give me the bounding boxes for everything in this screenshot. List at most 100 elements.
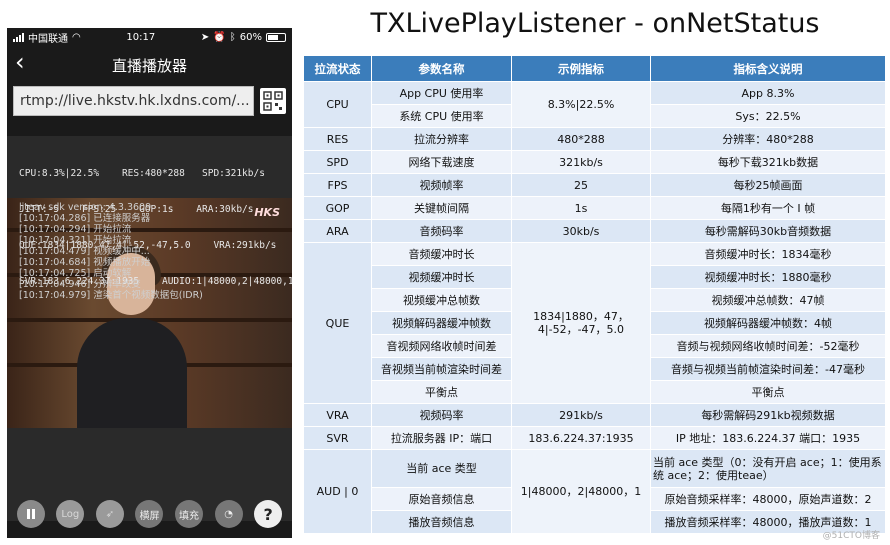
bluetooth-icon: ᛒ bbox=[229, 31, 236, 43]
description-cell: IP 地址：183.6.224.37 端口：1935 bbox=[650, 426, 886, 450]
param-cell: 视频缓冲总帧数 bbox=[371, 288, 512, 312]
log-line: [10:17:04.684] 视频播放开始 bbox=[19, 257, 151, 268]
param-cell: 视频缓冲时长 bbox=[371, 265, 512, 289]
help-button[interactable]: ? bbox=[254, 500, 283, 528]
table-body: CPU App CPU 使用率 8.3%|22.5% App 8.3% 系统 CPU 使… bbox=[303, 81, 886, 534]
table-row: CPU App CPU 使用率 8.3%|22.5% App 8.3% bbox=[303, 81, 886, 128]
param-cell: 系统 CPU 使用率 bbox=[371, 104, 512, 128]
description-cell: 音频与视频当前帧渲染时间差：-47毫秒 bbox=[650, 357, 886, 381]
table-row: GOP 关键帧间隔 1s 每隔1秒有一个 I 帧 bbox=[303, 196, 886, 220]
video-player[interactable]: HKS CPU:8.3%|22.5% RES:480*288 SPD:321kb… bbox=[7, 136, 292, 521]
qr-code-icon bbox=[263, 91, 283, 111]
table-row: SVR 拉流服务器 IP：端口 183.6.224.37:1935 IP 地址：183… bbox=[303, 426, 886, 450]
log-line: [10:17:04.286] 已连接服务器 bbox=[19, 213, 151, 224]
status-cell: GOP bbox=[303, 196, 372, 220]
log-line: [10:17:04.479] 视频缓冲中... bbox=[19, 246, 150, 257]
table-row: AUD | 0 当前 ace 类型 1|48000，2|48000，1 当前 ace … bbox=[303, 449, 886, 534]
description-cell: 音频与视频网络收帧时间差：-52毫秒 bbox=[650, 334, 886, 358]
log-line: [10:17:04.321] 开始拉流 bbox=[19, 235, 132, 246]
description-cell: 原始音频采样率：48000，原始声道数：2 bbox=[650, 487, 886, 511]
example-cell: 1|48000，2|48000，1 bbox=[511, 449, 651, 534]
cache-strategy-button[interactable]: ◔ bbox=[214, 500, 243, 528]
param-cell: 视频解码器缓冲帧数 bbox=[371, 311, 512, 335]
column-header: 拉流状态 bbox=[303, 55, 372, 82]
description-cell: 音频缓冲时长：1834毫秒 bbox=[650, 242, 886, 266]
log-line: [10:17:04.946] 分辨率改变 bbox=[19, 279, 141, 290]
example-cell: 183.6.224.37:1935 bbox=[511, 426, 651, 450]
fill-mode-button[interactable]: 填充 bbox=[175, 500, 204, 528]
stream-url-input[interactable]: rtmp://live.hkstv.hk.lxdns.com/... bbox=[13, 86, 254, 116]
status-cell: SPD bbox=[303, 150, 372, 174]
status-cell: VRA bbox=[303, 403, 372, 427]
log-line: [10:17:04.294] 开始拉流 bbox=[19, 224, 132, 235]
battery-icon bbox=[265, 32, 286, 42]
table-header-row: 拉流状态 参数名称 示例指标 指标含义说明 bbox=[303, 55, 886, 82]
table-row: VRA 视频码率 291kb/s 每秒需解码291kb视频数据 bbox=[303, 403, 886, 427]
qr-scan-button[interactable] bbox=[260, 88, 286, 114]
param-cell: 播放音频信息 bbox=[371, 510, 512, 534]
table-row: FPS 视频帧率 25 每秒25帧画面 bbox=[303, 173, 886, 197]
example-cell: 1s bbox=[511, 196, 651, 220]
param-cell: 视频码率 bbox=[371, 403, 512, 427]
back-icon[interactable]: ‹ bbox=[15, 48, 25, 76]
description-cell: 分辨率：480*288 bbox=[650, 127, 886, 151]
example-cell: 8.3%|22.5% bbox=[511, 81, 651, 128]
param-cell: 拉流服务器 IP：端口 bbox=[371, 426, 512, 450]
description-cell: 视频缓冲时长：1880毫秒 bbox=[650, 265, 886, 289]
stats-line: CPU:8.3%|22.5% RES:480*288 SPD:321kb/s bbox=[19, 168, 265, 179]
wifi-icon: ◠ bbox=[72, 31, 81, 43]
timer-icon: ◔ bbox=[224, 508, 233, 520]
location-icon: ➤ bbox=[200, 31, 210, 43]
param-cell: 音视频当前帧渲染时间差 bbox=[371, 357, 512, 381]
param-cell: 音视频网络收帧时间差 bbox=[371, 334, 512, 358]
description-cell: 视频缓冲总帧数：47帧 bbox=[650, 288, 886, 312]
param-cell: 网络下载速度 bbox=[371, 150, 512, 174]
param-cell: App CPU 使用率 bbox=[371, 81, 512, 105]
description-cell: 平衡点 bbox=[650, 380, 886, 404]
param-cell: 平衡点 bbox=[371, 380, 512, 404]
param-cell: 拉流分辨率 bbox=[371, 127, 512, 151]
description-cell: 每秒25帧画面 bbox=[650, 173, 886, 197]
description-cell: 每秒需解码30kb音频数据 bbox=[650, 219, 886, 243]
battery-fill bbox=[267, 34, 278, 40]
carrier-label: 中国联通 bbox=[28, 33, 68, 45]
param-cell: 关键帧间隔 bbox=[371, 196, 512, 220]
column-header: 参数名称 bbox=[371, 55, 512, 82]
nav-title: 直播播放器 bbox=[111, 56, 187, 75]
param-cell: 原始音频信息 bbox=[371, 487, 512, 511]
pause-button[interactable] bbox=[16, 500, 45, 528]
description-cell: 每秒需解码291kb视频数据 bbox=[650, 403, 886, 427]
landscape-button[interactable]: 横屏 bbox=[135, 500, 164, 528]
signal-icon bbox=[13, 32, 24, 42]
table-row: SPD 网络下载速度 321kb/s 每秒下载321kb数据 bbox=[303, 150, 886, 174]
player-controls: Log ➶ 横屏 填充 ◔ ? bbox=[7, 490, 292, 538]
example-cell: 25 bbox=[511, 173, 651, 197]
status-cell: RES bbox=[303, 127, 372, 151]
alarm-icon: ⏰ bbox=[213, 31, 226, 43]
url-row: rtmp://live.hkstv.hk.lxdns.com/... bbox=[7, 86, 292, 116]
column-header: 示例指标 bbox=[511, 55, 651, 82]
page-title: TXLivePlayListener - onNetStatus bbox=[370, 8, 820, 39]
log-line: [10:17:04.725] 启动软解 bbox=[19, 268, 132, 279]
column-header: 指标含义说明 bbox=[650, 55, 886, 82]
description-cell: 视频解码器缓冲帧数：4帧 bbox=[650, 311, 886, 335]
status-cell: QUE bbox=[303, 242, 372, 404]
log-line: liteav sdk version: 4.3.3609 bbox=[19, 202, 152, 213]
pause-icon bbox=[26, 509, 35, 519]
status-cell: SVR bbox=[303, 426, 372, 450]
battery-percent: 60% bbox=[239, 31, 262, 43]
status-cell: AUD | 0 bbox=[303, 449, 372, 534]
status-time: 10:17 bbox=[126, 31, 156, 43]
table-row: RES 拉流分辨率 480*288 分辨率：480*288 bbox=[303, 127, 886, 151]
net-status-table: 拉流状态 参数名称 示例指标 指标含义说明 CPU App CPU 使用率 8.3%… bbox=[303, 55, 886, 534]
hw-decode-button[interactable]: ➶ bbox=[95, 500, 124, 528]
watermark: @51CTO博客 bbox=[822, 531, 880, 541]
status-cell: ARA bbox=[303, 219, 372, 243]
description-cell: App 8.3% bbox=[650, 81, 886, 105]
table-row: ARA 音频码率 30kb/s 每秒需解码30kb音频数据 bbox=[303, 219, 886, 243]
param-cell: 视频帧率 bbox=[371, 173, 512, 197]
log-button[interactable]: Log bbox=[56, 500, 85, 528]
status-bar: 中国联通 ◠ 10:17 ➤ ⏰ ᛒ 60% bbox=[7, 28, 292, 46]
example-cell: 291kb/s bbox=[511, 403, 651, 427]
log-line: [10:17:04.979] 渲染首个视频数据包(IDR) bbox=[19, 290, 203, 301]
